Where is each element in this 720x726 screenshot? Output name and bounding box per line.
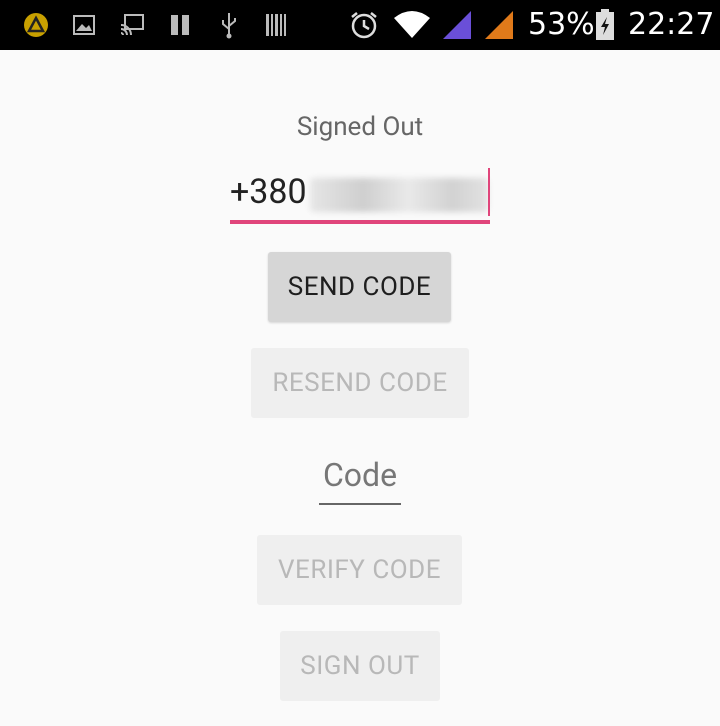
phone-number-value: +380: [230, 172, 307, 212]
resend-code-button[interactable]: RESEND CODE: [251, 348, 469, 418]
battery-percent: 53%: [528, 7, 595, 42]
image-icon: [72, 0, 96, 50]
barcode-icon: [264, 0, 288, 50]
cast-icon: [118, 0, 146, 50]
verify-code-button[interactable]: VERIFY CODE: [257, 535, 462, 605]
clock: 22:27: [628, 7, 715, 42]
pause-icon: [168, 0, 192, 50]
signal-sim1-icon: [440, 0, 474, 50]
signal-sim2-icon: [482, 0, 516, 50]
usb-icon: [218, 0, 240, 50]
text-cursor: [488, 168, 490, 216]
status-bar: 53% 22:27: [0, 0, 720, 50]
send-code-button[interactable]: SEND CODE: [268, 252, 451, 322]
input-underline-focused: [230, 220, 490, 224]
sign-out-button[interactable]: SIGN OUT: [280, 631, 440, 701]
code-placeholder: Code: [322, 456, 398, 494]
verification-code-input[interactable]: Code: [319, 456, 401, 506]
app-notification-icon: [22, 0, 50, 50]
input-underline: [319, 503, 401, 505]
alarm-icon: [348, 0, 380, 50]
redacted-digits: [310, 178, 488, 212]
wifi-icon: [392, 0, 432, 50]
auth-status-label: Signed Out: [296, 112, 424, 142]
phone-number-input[interactable]: +380: [230, 166, 490, 224]
battery-icon: [594, 0, 616, 50]
